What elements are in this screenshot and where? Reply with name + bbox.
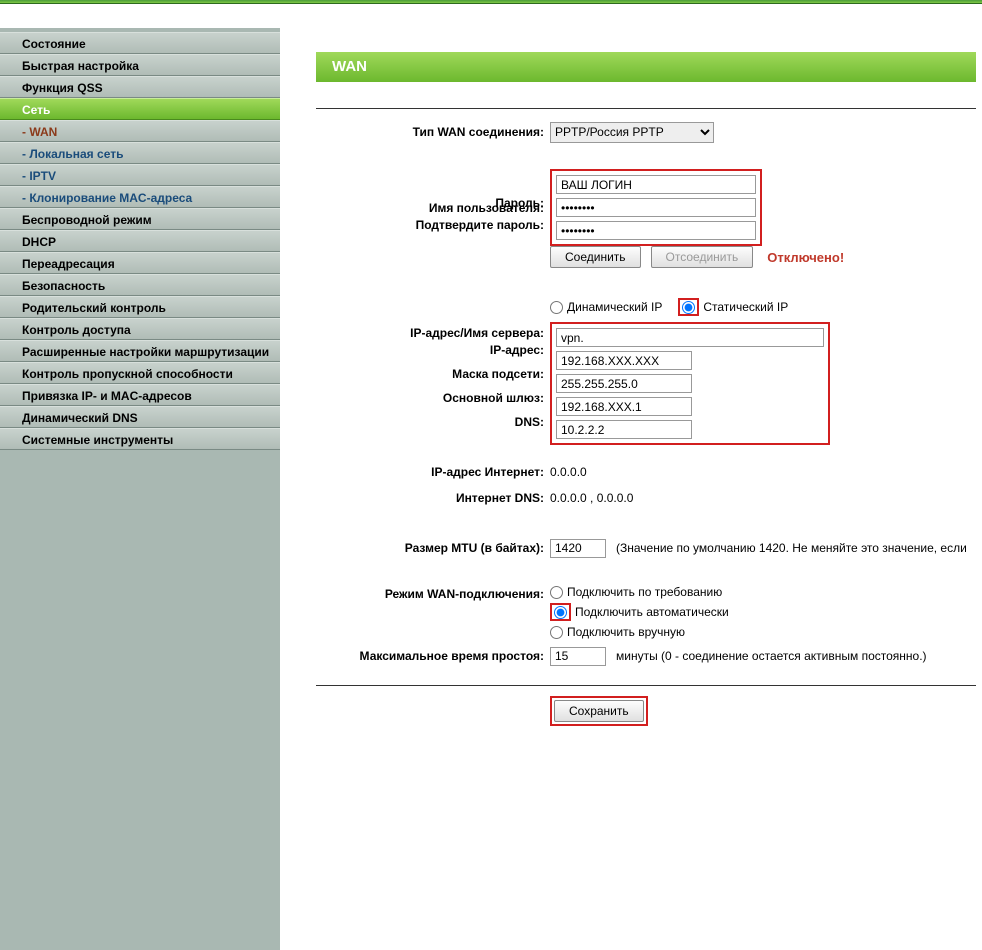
- connect-button[interactable]: Соединить: [550, 246, 641, 268]
- sidebar-item-security[interactable]: Безопасность: [0, 274, 280, 296]
- conn-auto-highlight: [550, 603, 571, 621]
- mask-label: Маска подсети:: [316, 367, 550, 381]
- conn-auto-radio[interactable]: [554, 606, 567, 619]
- gateway-input[interactable]: [556, 397, 692, 416]
- internet-ip-value: 0.0.0.0: [550, 465, 587, 479]
- sidebar-item-quick-setup[interactable]: Быстрая настройка: [0, 54, 280, 76]
- sidebar-item-access-control[interactable]: Контроль доступа: [0, 318, 280, 340]
- connection-status: Отключено!: [767, 250, 844, 265]
- conn-auto-label: Подключить автоматически: [575, 605, 729, 619]
- conn-demand-label: Подключить по требованию: [567, 585, 722, 599]
- ip-label: IP-адрес:: [316, 343, 550, 357]
- server-input[interactable]: [556, 328, 824, 347]
- username-input[interactable]: [556, 175, 756, 194]
- server-label: IP-адрес/Имя сервера:: [316, 322, 550, 340]
- sidebar-item-lan[interactable]: - Локальная сеть: [0, 142, 280, 164]
- password-label: Пароль:: [316, 196, 550, 210]
- wan-type-select[interactable]: PPTP/Россия PPTP: [550, 122, 714, 143]
- sidebar-item-iptv[interactable]: - IPTV: [0, 164, 280, 186]
- internet-ip-label: IP-адрес Интернет:: [316, 465, 550, 479]
- sidebar: Состояние Быстрая настройка Функция QSS …: [0, 28, 280, 773]
- save-highlight: Сохранить: [550, 696, 648, 726]
- dns-input[interactable]: [556, 420, 692, 439]
- disconnect-button[interactable]: Отсоединить: [651, 246, 754, 268]
- sidebar-item-mac-clone[interactable]: - Клонирование MAC-адреса: [0, 186, 280, 208]
- mtu-input[interactable]: [550, 539, 606, 558]
- static-ip-highlight-box: [550, 322, 830, 445]
- dynamic-ip-radio[interactable]: [550, 301, 563, 314]
- sidebar-item-forwarding[interactable]: Переадресация: [0, 252, 280, 274]
- gateway-label: Основной шлюз:: [316, 391, 550, 405]
- static-ip-highlight: [678, 298, 699, 316]
- credentials-highlight: [550, 169, 762, 246]
- sidebar-item-ddns[interactable]: Динамический DNS: [0, 406, 280, 428]
- confirm-password-label: Подтвердите пароль:: [316, 218, 550, 232]
- confirm-password-input[interactable]: [556, 221, 756, 240]
- internet-dns-label: Интернет DNS:: [316, 491, 550, 505]
- conn-manual-label: Подключить вручную: [567, 625, 685, 639]
- sidebar-item-wireless[interactable]: Беспроводной режим: [0, 208, 280, 230]
- sidebar-item-network[interactable]: Сеть: [0, 98, 280, 120]
- mtu-label: Размер MTU (в байтах):: [316, 541, 550, 555]
- conn-demand-radio[interactable]: [550, 586, 563, 599]
- idle-input[interactable]: [550, 647, 606, 666]
- dns-label: DNS:: [316, 415, 550, 429]
- sidebar-item-bandwidth[interactable]: Контроль пропускной способности: [0, 362, 280, 384]
- sidebar-item-advanced-routing[interactable]: Расширенные настройки маршрутизации: [0, 340, 280, 362]
- content-area: WAN Тип WAN соединения: PPTP/Россия PPTP…: [280, 28, 982, 773]
- static-ip-radio[interactable]: [682, 301, 695, 314]
- password-input[interactable]: [556, 198, 756, 217]
- conn-mode-label: Режим WAN-подключения:: [316, 585, 550, 601]
- sidebar-item-system-tools[interactable]: Системные инструменты: [0, 428, 280, 450]
- mtu-note: (Значение по умолчанию 1420. Не меняйте …: [616, 541, 967, 555]
- sidebar-item-dhcp[interactable]: DHCP: [0, 230, 280, 252]
- page-title: WAN: [316, 52, 976, 82]
- internet-dns-value: 0.0.0.0 , 0.0.0.0: [550, 491, 633, 505]
- dynamic-ip-label: Динамический IP: [567, 300, 662, 314]
- sidebar-item-ip-mac-binding[interactable]: Привязка IP- и MAC-адресов: [0, 384, 280, 406]
- sidebar-item-status[interactable]: Состояние: [0, 32, 280, 54]
- sidebar-item-parental[interactable]: Родительский контроль: [0, 296, 280, 318]
- idle-note: минуты (0 - соединение остается активным…: [616, 649, 927, 663]
- sidebar-item-qss[interactable]: Функция QSS: [0, 76, 280, 98]
- ip-input[interactable]: [556, 351, 692, 370]
- save-button[interactable]: Сохранить: [554, 700, 644, 722]
- conn-manual-radio[interactable]: [550, 626, 563, 639]
- sidebar-item-wan[interactable]: - WAN: [0, 120, 280, 142]
- idle-label: Максимальное время простоя:: [316, 649, 550, 663]
- static-ip-label: Статический IP: [703, 300, 788, 314]
- wan-type-label: Тип WAN соединения:: [316, 125, 550, 139]
- mask-input[interactable]: [556, 374, 692, 393]
